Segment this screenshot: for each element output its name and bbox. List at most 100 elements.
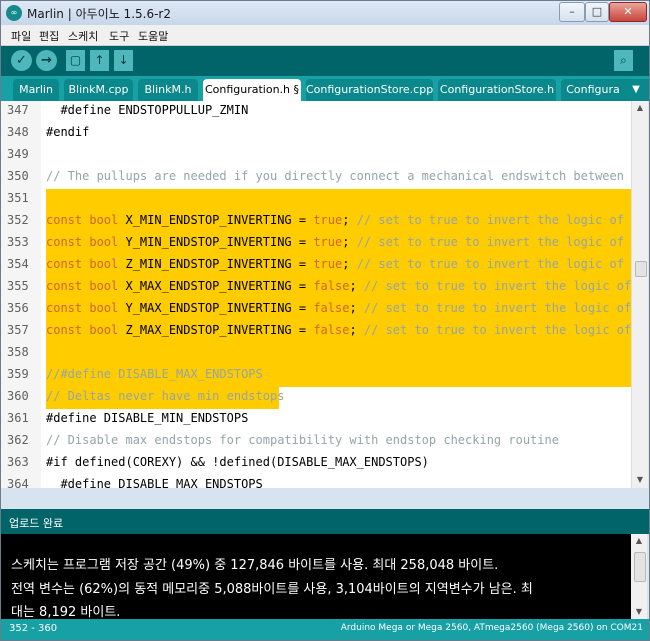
- code-token: true: [313, 257, 343, 271]
- code-text: const bool Z_MIN_ENDSTOP_INVERTING = tru…: [46, 257, 631, 277]
- code-token: ;: [342, 213, 357, 227]
- tab-menu-icon[interactable]: ▼: [623, 79, 649, 101]
- line-number: 353: [7, 235, 29, 249]
- toolbar: ✓ → ▢ ↑ ↓ ⌕: [1, 46, 649, 76]
- code-text: const bool Y_MIN_ENDSTOP_INVERTING = tru…: [46, 235, 631, 255]
- code-token: const bool: [46, 323, 119, 337]
- code-line[interactable]: 354 const bool Z_MIN_ENDSTOP_INVERTING = …: [1, 255, 631, 277]
- code-token: false: [313, 279, 350, 293]
- code-token: X_MAX_ENDSTOP_INVERTING =: [118, 279, 314, 293]
- code-token: // set to true to invert the logic of t: [363, 301, 631, 315]
- code-token: Y_MIN_ENDSTOP_INVERTING =: [118, 235, 314, 249]
- code-editor[interactable]: 347 #define ENDSTOPPULLUP_ZMIN 348 #endif 3…: [1, 101, 631, 488]
- code-token: ;: [349, 323, 364, 337]
- code-line[interactable]: 353 const bool Y_MIN_ENDSTOP_INVERTING = …: [1, 233, 631, 255]
- board-port-indicator: Arduino Mega or Mega 2560, ATmega2560 (M…: [340, 623, 643, 633]
- serial-monitor-button[interactable]: ⌕: [614, 50, 633, 71]
- tab-marlin[interactable]: Marlin: [13, 79, 59, 101]
- tab-configuration-h[interactable]: Configuration.h §: [203, 79, 301, 101]
- title-bar[interactable]: ∞ Marlin | 아두이노 1.5.6-r2 – □ ✕: [1, 1, 649, 25]
- open-sketch-button[interactable]: ↑: [90, 50, 109, 71]
- menu-tools[interactable]: 도구: [109, 28, 129, 44]
- arduino-ide-window: ∞ Marlin | 아두이노 1.5.6-r2 – □ ✕ 파일 편집 스케치…: [0, 0, 650, 641]
- code-line[interactable]: 356 const bool Y_MAX_ENDSTOP_INVERTING = …: [1, 299, 631, 321]
- code-line[interactable]: 347 #define ENDSTOPPULLUP_ZMIN: [1, 101, 631, 123]
- console-line: 대는 8,192 바이트.: [11, 605, 121, 619]
- code-text: const bool X_MAX_ENDSTOP_INVERTING = fal…: [46, 279, 631, 299]
- code-line[interactable]: 363 #if defined(COREXY) && !defined(DISAB…: [1, 453, 631, 475]
- scroll-up-arrow-icon[interactable]: ▲: [632, 101, 648, 115]
- line-number: 348: [7, 125, 29, 139]
- code-token: ;: [342, 257, 357, 271]
- editor-scroll-thumb[interactable]: [635, 261, 647, 277]
- line-number: 356: [7, 301, 29, 315]
- code-token: ;: [342, 235, 357, 249]
- upload-button[interactable]: →: [36, 50, 57, 71]
- code-text: // Disable max endstops for compatibilit…: [46, 433, 559, 447]
- code-line[interactable]: 352 const bool X_MIN_ENDSTOP_INVERTING = …: [1, 211, 631, 233]
- minimize-button[interactable]: –: [559, 2, 585, 22]
- code-token: true: [313, 235, 343, 249]
- code-line[interactable]: 351: [1, 189, 631, 211]
- maximize-button[interactable]: □: [585, 2, 609, 22]
- code-line[interactable]: 349: [1, 145, 631, 167]
- code-line[interactable]: 361 #define DISABLE_MIN_ENDSTOPS: [1, 409, 631, 431]
- code-token: X_MIN_ENDSTOP_INVERTING =: [118, 213, 314, 227]
- code-line[interactable]: 355 const bool X_MAX_ENDSTOP_INVERTING = …: [1, 277, 631, 299]
- code-text: #endif: [46, 125, 90, 139]
- editor-vertical-scrollbar[interactable]: ▲ ▼: [631, 101, 648, 488]
- line-number: 362: [7, 433, 29, 447]
- selection-highlight: [46, 343, 631, 365]
- code-token: // set to true to invert the logic of th: [356, 257, 631, 271]
- tab-blinkm-h[interactable]: BlinkM.h: [138, 79, 198, 101]
- tab-configuration-adv[interactable]: Configura: [561, 79, 625, 101]
- code-text: #define DISABLE_MAX_ENDSTOPS: [46, 477, 263, 488]
- console-line: 스케치는 프로그램 저장 공간 (49%) 중 127,846 바이트를 사용.…: [11, 558, 499, 573]
- tab-bar: Marlin BlinkM.cpp BlinkM.h Configuration…: [1, 76, 649, 101]
- line-number: 355: [7, 279, 29, 293]
- code-line[interactable]: 360 // Deltas never have min endstops: [1, 387, 631, 409]
- close-button[interactable]: ✕: [609, 2, 647, 22]
- line-number: 358: [7, 345, 29, 359]
- code-text: const bool Y_MAX_ENDSTOP_INVERTING = fal…: [46, 301, 631, 321]
- code-line[interactable]: 348 #endif: [1, 123, 631, 145]
- line-number: 361: [7, 411, 29, 425]
- console-scroll-thumb[interactable]: [634, 552, 646, 582]
- window-title: Marlin | 아두이노 1.5.6-r2: [27, 7, 171, 21]
- menu-help[interactable]: 도움말: [138, 28, 168, 44]
- code-line[interactable]: 359 //#define DISABLE_MAX_ENDSTOPS: [1, 365, 631, 387]
- scroll-down-arrow-icon[interactable]: ▼: [631, 605, 647, 619]
- code-token: // set to true to invert the logic of th: [356, 235, 631, 249]
- scroll-down-arrow-icon[interactable]: ▼: [632, 473, 648, 487]
- code-token: false: [313, 301, 350, 315]
- menu-file[interactable]: 파일: [11, 28, 31, 44]
- line-number: 363: [7, 455, 29, 469]
- tab-blinkm-cpp[interactable]: BlinkM.cpp: [64, 79, 133, 101]
- tab-configurationstore-cpp[interactable]: ConfigurationStore.cpp: [306, 79, 433, 101]
- console-output[interactable]: 스케치는 프로그램 저장 공간 (49%) 중 127,846 바이트를 사용.…: [1, 534, 631, 619]
- new-sketch-button[interactable]: ▢: [66, 50, 85, 71]
- code-line[interactable]: 357 const bool Z_MAX_ENDSTOP_INVERTING = …: [1, 321, 631, 343]
- line-number: 347: [7, 103, 29, 117]
- code-text: #if defined(COREXY) && !defined(DISABLE_…: [46, 455, 429, 469]
- verify-button[interactable]: ✓: [11, 50, 32, 71]
- scroll-up-arrow-icon[interactable]: ▲: [631, 534, 647, 548]
- save-sketch-button[interactable]: ↓: [114, 50, 133, 71]
- console-line: 전역 변수는 (62%)의 동적 메모리중 5,088바이트를 사용, 3,10…: [11, 582, 533, 597]
- console-vertical-scrollbar[interactable]: ▲ ▼: [631, 534, 647, 619]
- code-line[interactable]: 364 #define DISABLE_MAX_ENDSTOPS: [1, 475, 631, 488]
- code-line[interactable]: 358: [1, 343, 631, 365]
- code-token: Z_MIN_ENDSTOP_INVERTING =: [118, 257, 314, 271]
- code-text: // Deltas never have min endstops: [46, 389, 285, 403]
- code-text: // The pullups are needed if you directl…: [46, 169, 631, 183]
- menu-edit[interactable]: 편집: [39, 28, 59, 44]
- menu-sketch[interactable]: 스케치: [68, 28, 98, 44]
- code-line[interactable]: 350 // The pullups are needed if you dire…: [1, 167, 631, 189]
- line-number: 349: [7, 147, 29, 161]
- menu-bar: 파일 편집 스케치 도구 도움말: [1, 25, 649, 46]
- code-line[interactable]: 362 // Disable max endstops for compatibi…: [1, 431, 631, 453]
- line-number: 351: [7, 191, 29, 205]
- code-token: ;: [349, 279, 364, 293]
- tab-configurationstore-h[interactable]: ConfigurationStore.h: [438, 79, 556, 101]
- arduino-logo-icon: ∞: [6, 5, 22, 21]
